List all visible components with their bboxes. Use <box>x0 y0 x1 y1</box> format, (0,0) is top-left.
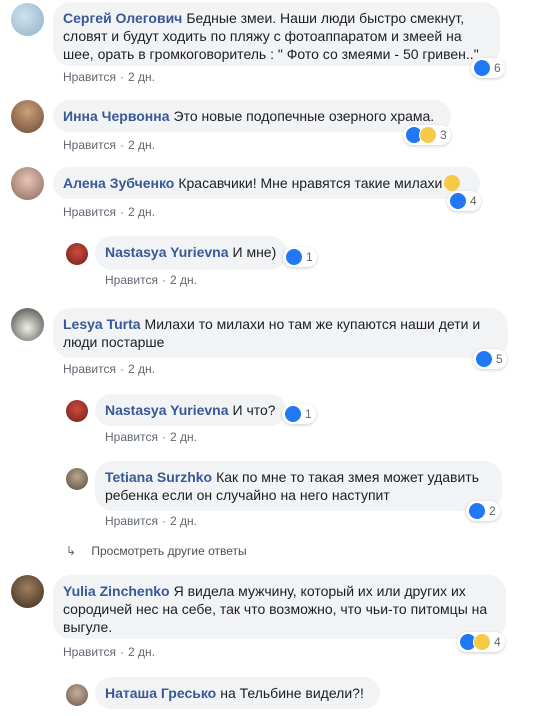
separator: · <box>119 205 124 219</box>
like-link[interactable]: Нравится <box>63 70 116 84</box>
like-link[interactable]: Нравится <box>105 430 158 444</box>
comment-time[interactable]: 2 дн. <box>170 273 197 287</box>
comment-actions: Нравится · 2 дн. <box>105 430 197 444</box>
separator: · <box>119 645 124 659</box>
comment-author[interactable]: Наташа Гресько <box>105 685 216 701</box>
view-more-replies[interactable]: ↳ Просмотреть другие ответы <box>66 544 247 558</box>
like-link[interactable]: Нравится <box>63 205 116 219</box>
comment-time[interactable]: 2 дн. <box>128 362 155 376</box>
comment-text: на Тельбине видели?! <box>220 685 364 701</box>
like-link[interactable]: Нравится <box>63 645 116 659</box>
comment-author[interactable]: Tetiana Surzhko <box>105 469 212 485</box>
comment-bubble: Инна Червонна Это новые подопечные озерно… <box>53 100 451 132</box>
like-reaction-icon <box>285 248 303 266</box>
comment-text: Красавчики! Мне нравятся такие милахи <box>178 175 443 191</box>
comment-bubble: Алена Зубченко Красавчики! Мне нравятся т… <box>53 167 480 199</box>
comment-time[interactable]: 2 дн. <box>170 430 197 444</box>
comment-actions: Нравится · 2 дн. <box>105 514 197 528</box>
reaction-count[interactable]: 6 <box>471 58 505 78</box>
comment-time[interactable]: 2 дн. <box>128 645 155 659</box>
comment-bubble: Сергей Олегович Бедные змеи. Наши люди бы… <box>53 2 500 66</box>
comment-author[interactable]: Инна Червонна <box>63 108 170 124</box>
separator: · <box>161 514 166 528</box>
comment-time[interactable]: 2 дн. <box>170 514 197 528</box>
avatar[interactable] <box>66 243 88 265</box>
avatar[interactable] <box>66 400 88 422</box>
comment-bubble: Nastasya Yurievna И что? <box>95 394 286 426</box>
reaction-count[interactable]: 2 <box>466 501 500 521</box>
comment-author[interactable]: Сергей Олегович <box>63 10 182 26</box>
smile-emoji-icon <box>444 175 461 191</box>
like-reaction-icon <box>468 502 486 520</box>
comment-text: Это новые подопечные озерного храма. <box>173 108 435 124</box>
comment-time[interactable]: 2 дн. <box>128 138 155 152</box>
comment-author[interactable]: Yulia Zinchenko <box>63 583 170 599</box>
comment-actions: Нравится · 2 дн. <box>63 70 155 84</box>
like-link[interactable]: Нравится <box>63 362 116 376</box>
like-link[interactable]: Нравится <box>105 514 158 528</box>
like-reaction-icon <box>473 59 491 77</box>
avatar[interactable] <box>11 575 44 608</box>
comment-actions: Нравится · 2 дн. <box>63 645 155 659</box>
separator: · <box>119 138 124 152</box>
separator: · <box>161 273 166 287</box>
avatar[interactable] <box>11 308 44 341</box>
comment-author[interactable]: Lesya Turta <box>63 316 141 332</box>
like-reaction-icon <box>284 405 302 423</box>
avatar[interactable] <box>11 100 44 133</box>
wow-reaction-icon <box>473 633 491 651</box>
reaction-count[interactable]: 5 <box>473 349 507 369</box>
like-reaction-icon <box>449 192 467 210</box>
avatar[interactable] <box>11 167 44 200</box>
haha-reaction-icon <box>419 126 437 144</box>
reply-arrow-icon: ↳ <box>66 544 77 558</box>
reaction-count[interactable]: 4 <box>457 632 505 652</box>
comment-bubble: Наташа Гресько на Тельбине видели?! <box>95 677 380 709</box>
comment-time[interactable]: 2 дн. <box>128 205 155 219</box>
avatar[interactable] <box>66 684 88 706</box>
comment-author[interactable]: Nastasya Yurievna <box>105 402 229 418</box>
separator: · <box>161 430 166 444</box>
like-link[interactable]: Нравится <box>105 273 158 287</box>
comment-time[interactable]: 2 дн. <box>128 70 155 84</box>
view-more-replies-label: Просмотреть другие ответы <box>91 544 247 558</box>
comment-author[interactable]: Алена Зубченко <box>63 175 174 191</box>
comment-actions: Нравится · 2 дн. <box>63 205 155 219</box>
comment-bubble: Lesya Turta Милахи то милахи но там же ку… <box>53 308 508 358</box>
separator: · <box>119 70 124 84</box>
like-reaction-icon <box>475 350 493 368</box>
comment-text: И мне) <box>232 244 277 260</box>
reaction-count[interactable]: 4 <box>447 191 481 211</box>
avatar[interactable] <box>66 468 88 490</box>
reaction-count[interactable]: 3 <box>403 125 451 145</box>
like-link[interactable]: Нравится <box>63 138 116 152</box>
comment-bubble: Nastasya Yurievna И мне) <box>95 236 287 270</box>
comment-author[interactable]: Nastasya Yurievna <box>105 244 229 260</box>
reaction-count[interactable]: 1 <box>282 404 316 424</box>
comment-bubble: Yulia Zinchenko Я видела мужчину, который… <box>53 575 506 639</box>
separator: · <box>119 362 124 376</box>
comment-actions: Нравится · 2 дн. <box>63 138 155 152</box>
comment-bubble: Tetiana Surzhko Как по мне то такая змея … <box>95 461 502 511</box>
comment-text: И что? <box>232 402 276 418</box>
comment-actions: Нравится · 2 дн. <box>63 362 155 376</box>
avatar[interactable] <box>11 3 44 36</box>
reaction-count[interactable]: 1 <box>283 247 317 267</box>
comment-actions: Нравится · 2 дн. <box>105 273 197 287</box>
